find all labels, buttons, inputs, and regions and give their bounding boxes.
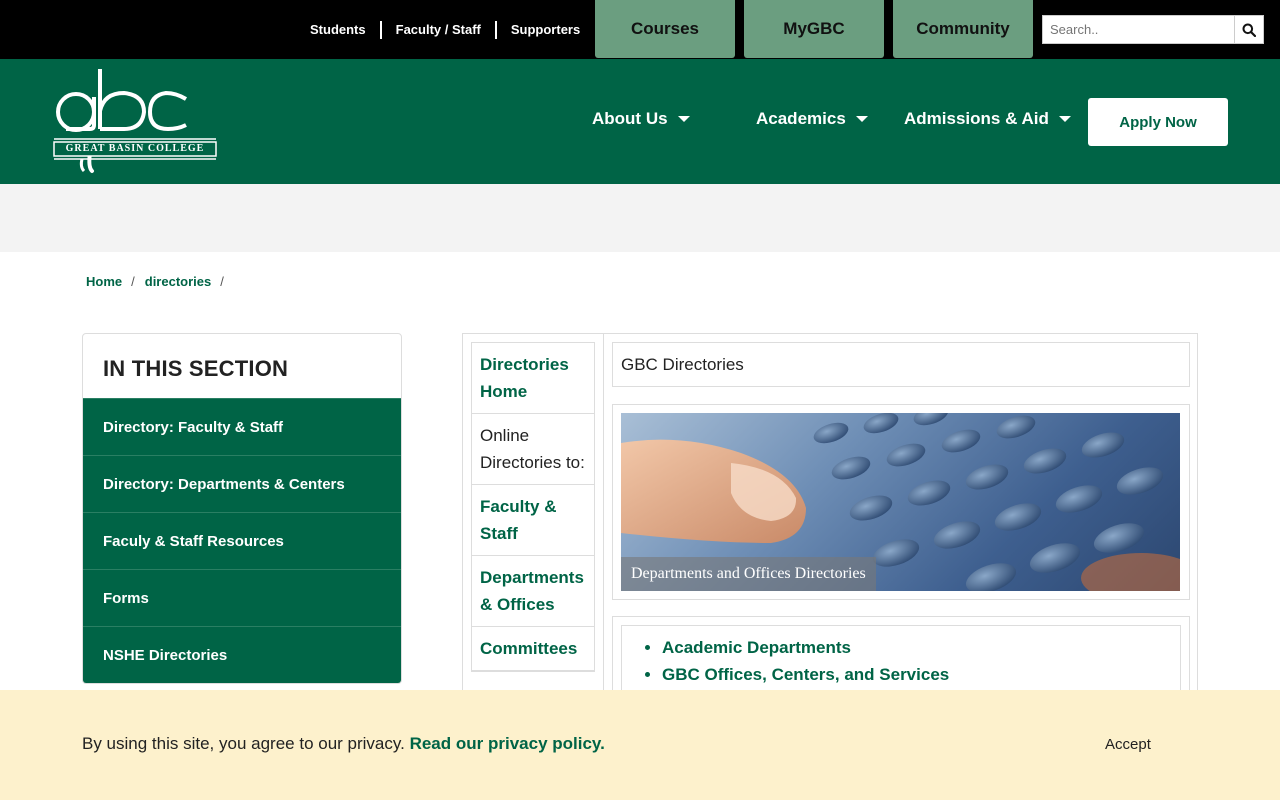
sidebar-item-forms[interactable]: Forms [83,569,401,626]
supporters-link[interactable]: Supporters [497,21,594,39]
nav-online-directories-label: Online Directories to: [472,414,594,485]
tab-courses[interactable]: Courses [595,0,735,58]
search-button[interactable] [1234,16,1263,43]
directory-nav: Directories Home Online Directories to: … [471,342,595,672]
caret-down-icon [1058,116,1071,122]
accept-button[interactable]: Accept [1105,736,1151,753]
sidebar-item-nshe-directories[interactable]: NSHE Directories [83,626,401,683]
sidebar-item-departments-directory[interactable]: Directory: Departments & Centers [83,455,401,512]
faculty-staff-link[interactable]: Faculty / Staff [382,21,495,39]
sidebar-item-faculty-staff-directory[interactable]: Directory: Faculty & Staff [83,398,401,455]
main-header: GREAT BASIN COLLEGE About Us Academics A… [0,59,1280,184]
tab-community[interactable]: Community [893,0,1033,58]
top-utility-bar: Students Faculty / Staff Supporters Cour… [0,0,1280,59]
breadcrumb-directories[interactable]: directories [145,274,211,289]
sidebar-item-staff-resources[interactable]: Faculy & Staff Resources [83,512,401,569]
search-input[interactable] [1043,16,1234,43]
caret-down-icon [677,116,690,122]
section-sidebar: IN THIS SECTION Directory: Faculty & Sta… [82,333,402,684]
nav-admissions-aid[interactable]: Admissions & Aid [904,109,1071,129]
column-divider [603,334,604,734]
nav-academics[interactable]: Academics [756,109,868,129]
students-link[interactable]: Students [296,21,380,39]
hero-image-box: Departments and Offices Directories [612,404,1190,600]
tab-mygbc[interactable]: MyGBC [744,0,884,58]
nav-committees[interactable]: Committees [472,627,594,671]
academic-departments-link[interactable]: Academic Departments [662,634,1180,661]
nav-about-us[interactable]: About Us [592,109,690,129]
cookie-text: By using this site, you agree to our pri… [82,734,405,753]
nav-departments-offices[interactable]: Departments & Offices [472,556,594,627]
audience-links: Students Faculty / Staff Supporters [296,0,594,59]
content-table: Directories Home Online Directories to: … [462,333,1198,736]
gbc-logo-icon [53,69,217,173]
phone-keypad-image: Departments and Offices Directories [621,413,1180,591]
hero-caption: Departments and Offices Directories [621,557,876,591]
sidebar-title: IN THIS SECTION [103,356,289,381]
search-box [1042,15,1264,44]
gbc-logo[interactable]: GREAT BASIN COLLEGE [52,67,218,175]
nav-directories-home[interactable]: Directories Home [472,343,594,414]
search-icon [1242,23,1256,37]
nav-about-us-label: About Us [592,109,668,128]
nav-admissions-aid-label: Admissions & Aid [904,109,1049,128]
breadcrumb-separator: / [220,274,224,289]
breadcrumb-separator: / [131,274,135,289]
page-title: GBC Directories [612,342,1190,387]
gbc-offices-link[interactable]: GBC Offices, Centers, and Services [662,661,1180,688]
cookie-message: By using this site, you agree to our pri… [82,734,605,754]
breadcrumb-home[interactable]: Home [86,274,122,289]
breadcrumb: Home / directories / [86,274,234,289]
logo-text: GREAT BASIN COLLEGE [65,143,205,154]
hero-band [0,184,1280,252]
privacy-policy-link[interactable]: Read our privacy policy. [410,734,605,753]
nav-faculty-staff[interactable]: Faculty & Staff [472,485,594,556]
nav-academics-label: Academics [756,109,846,128]
cookie-banner: By using this site, you agree to our pri… [0,690,1280,800]
apply-now-button[interactable]: Apply Now [1088,98,1228,146]
caret-down-icon [855,116,868,122]
